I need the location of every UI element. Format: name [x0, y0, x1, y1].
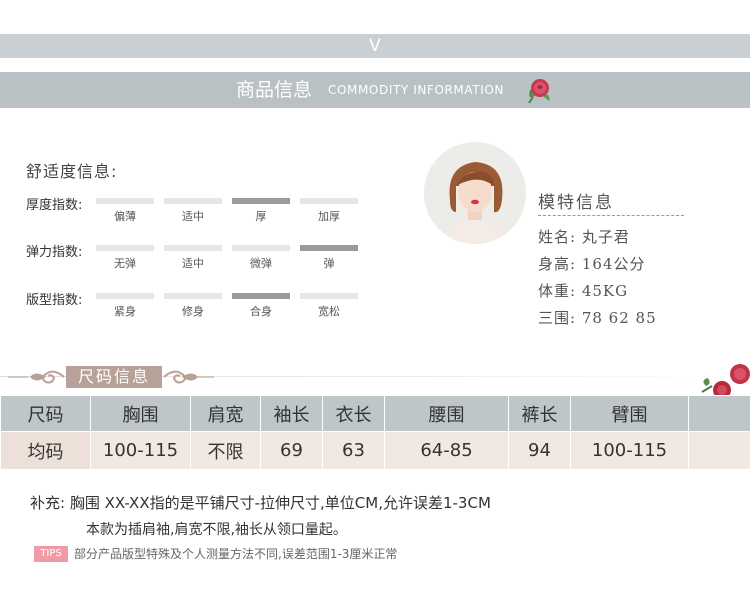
cell-arm: 100-115: [570, 431, 689, 470]
section-header-commodity-info: 商品信息 COMMODITY INFORMATION: [0, 72, 750, 108]
thickness-seg-2: [164, 198, 222, 204]
size-info-banner: 尺码信息: [6, 360, 216, 392]
cell-chest: 100-115: [90, 431, 191, 470]
thickness-seg-4: [300, 198, 358, 204]
thickness-option-2: 适中: [182, 210, 204, 223]
fit-seg-1: [96, 293, 154, 299]
model-portrait-icon: [424, 142, 526, 244]
model-info-divider: [538, 215, 684, 216]
header-shoulder: 肩宽: [190, 395, 261, 432]
thickness-index-row: 厚度指数: 偏薄 适中 厚 加厚: [26, 194, 366, 228]
thickness-seg-3-active: [232, 198, 290, 204]
model-name: 姓名: 丸子君: [538, 228, 630, 246]
cell-empty: [688, 431, 750, 470]
ornament-left-icon: [8, 370, 65, 384]
top-collapse-bar[interactable]: V: [0, 34, 750, 58]
header-waist: 腰围: [384, 395, 509, 432]
thickness-option-4: 加厚: [318, 210, 340, 223]
header-length: 衣长: [322, 395, 385, 432]
tips-badge: TIPS: [34, 546, 68, 562]
header-empty: [688, 395, 750, 432]
size-table: 尺码 胸围 肩宽 袖长 衣长 腰围 裤长 臂围 均码 100-115 不限 69…: [0, 395, 750, 470]
elasticity-option-4: 弹: [323, 257, 335, 270]
chevron-down-icon: V: [369, 36, 381, 56]
elasticity-seg-2: [164, 245, 222, 251]
table-row: 均码 100-115 不限 69 63 64-85 94 100-115: [0, 431, 750, 470]
rose-icon: [528, 79, 550, 104]
header-arm: 臂围: [570, 395, 689, 432]
model-info-title: 模特信息: [538, 193, 614, 213]
thickness-option-1: 偏薄: [114, 210, 136, 223]
section-title-en: COMMODITY INFORMATION: [328, 83, 504, 97]
thickness-seg-1: [96, 198, 154, 204]
fit-index-row: 版型指数: 紧身 修身 合身 宽松: [26, 289, 366, 323]
cell-size: 均码: [0, 431, 91, 470]
size-table-header-row: 尺码 胸围 肩宽 袖长 衣长 腰围 裤长 臂围: [0, 395, 750, 432]
cell-waist: 64-85: [384, 431, 509, 470]
size-info-title: 尺码信息: [66, 366, 162, 388]
cell-sleeve: 69: [260, 431, 323, 470]
model-measurements: 三围: 78 62 85: [538, 309, 657, 327]
elasticity-option-3: 微弹: [250, 257, 272, 270]
thickness-option-3: 厚: [255, 210, 267, 223]
sleeve-note: 本款为插肩袖,肩宽不限,袖长从领口量起。: [86, 522, 347, 538]
model-weight: 体重: 45KG: [538, 282, 629, 300]
header-pants-length: 裤长: [508, 395, 571, 432]
ornament-right-icon: [163, 370, 214, 384]
section-title-cn: 商品信息: [236, 79, 313, 101]
model-avatar: [424, 142, 526, 244]
fit-option-3: 合身: [250, 305, 272, 318]
header-size: 尺码: [0, 395, 91, 432]
model-height: 身高: 164公分: [538, 255, 646, 273]
header-sleeve: 袖长: [260, 395, 323, 432]
fit-index-label: 版型指数:: [26, 293, 83, 308]
elasticity-option-2: 适中: [182, 257, 204, 270]
fit-option-2: 修身: [182, 305, 204, 318]
fit-seg-4: [300, 293, 358, 299]
elasticity-seg-3: [232, 245, 290, 251]
elasticity-seg-1: [96, 245, 154, 251]
comfort-info-title: 舒适度信息:: [26, 162, 118, 181]
cell-pants-length: 94: [508, 431, 571, 470]
elasticity-index-label: 弹力指数:: [26, 245, 83, 260]
tips-text: 部分产品版型特殊及个人测量方法不同,误差范围1-3厘米正常: [74, 547, 398, 561]
supplement-note: 补充: 胸围 XX-XX指的是平铺尺寸-拉伸尺寸,单位CM,允许误差1-3CM: [30, 494, 491, 512]
elasticity-option-1: 无弹: [114, 257, 136, 270]
header-chest: 胸围: [90, 395, 191, 432]
elasticity-index-row: 弹力指数: 无弹 适中 微弹 弹: [26, 241, 366, 275]
fit-option-4: 宽松: [318, 305, 340, 318]
cell-shoulder: 不限: [190, 431, 261, 470]
thickness-index-label: 厚度指数:: [26, 198, 83, 213]
cell-length: 63: [322, 431, 385, 470]
fit-seg-2: [164, 293, 222, 299]
fit-seg-3-active: [232, 293, 290, 299]
fit-option-1: 紧身: [114, 305, 136, 318]
elasticity-seg-4-active: [300, 245, 358, 251]
